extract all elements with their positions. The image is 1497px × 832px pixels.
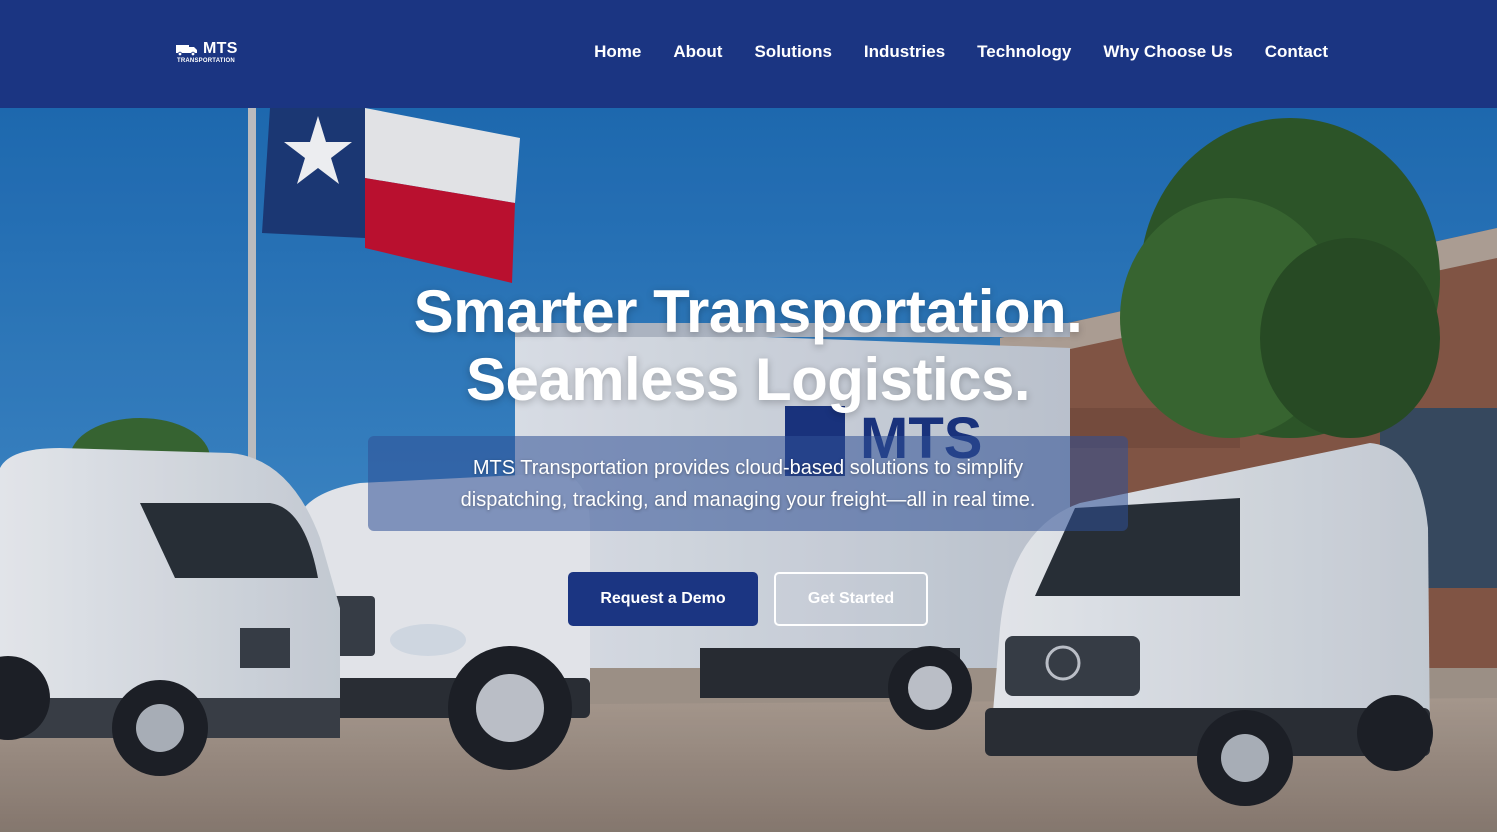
site-header: MTS TRANSPORTATION Home About Solutions …	[0, 0, 1497, 108]
hero-section: MTS	[0, 108, 1497, 832]
nav-contact[interactable]: Contact	[1265, 41, 1328, 63]
nav-about[interactable]: About	[673, 41, 722, 63]
nav-technology[interactable]: Technology	[977, 41, 1071, 63]
nav-industries[interactable]: Industries	[864, 41, 945, 63]
main-nav: Home About Solutions Industries Technolo…	[594, 41, 1328, 63]
site-logo[interactable]: MTS TRANSPORTATION	[176, 40, 246, 66]
nav-solutions[interactable]: Solutions	[754, 41, 831, 63]
hero-headline-line-2: Seamless Logistics.	[465, 346, 1031, 413]
get-started-button[interactable]: Get Started	[774, 572, 928, 626]
nav-home[interactable]: Home	[594, 41, 641, 63]
nav-why-choose-us[interactable]: Why Choose Us	[1103, 41, 1232, 63]
hero-headline-line-1: Smarter Transportation.	[413, 278, 1083, 345]
hero-subtext: MTS Transportation provides cloud-based …	[460, 457, 1036, 511]
truck-logo-icon	[176, 45, 197, 56]
logo-wordmark: MTS	[203, 40, 238, 57]
logo-subtext: TRANSPORTATION	[177, 58, 235, 64]
page: MTS TRANSPORTATION Home About Solutions …	[0, 0, 1497, 832]
hero-subtext-panel: MTS Transportation provides cloud-based …	[368, 436, 1128, 531]
request-demo-button[interactable]: Request a Demo	[568, 572, 758, 626]
hero-headline: Smarter Transportation. Seamless Logisti…	[248, 278, 1248, 414]
